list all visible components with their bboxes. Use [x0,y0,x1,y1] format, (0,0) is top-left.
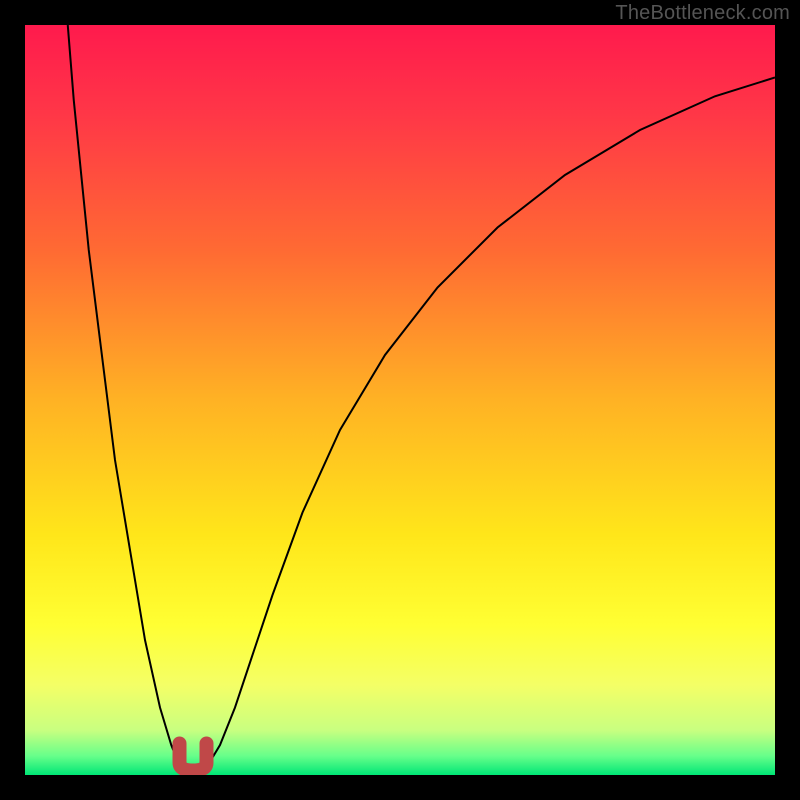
plot-area [25,25,775,775]
chart-svg [25,25,775,775]
gradient-background [25,25,775,775]
outer-frame: TheBottleneck.com [0,0,800,800]
watermark-text: TheBottleneck.com [615,2,790,25]
